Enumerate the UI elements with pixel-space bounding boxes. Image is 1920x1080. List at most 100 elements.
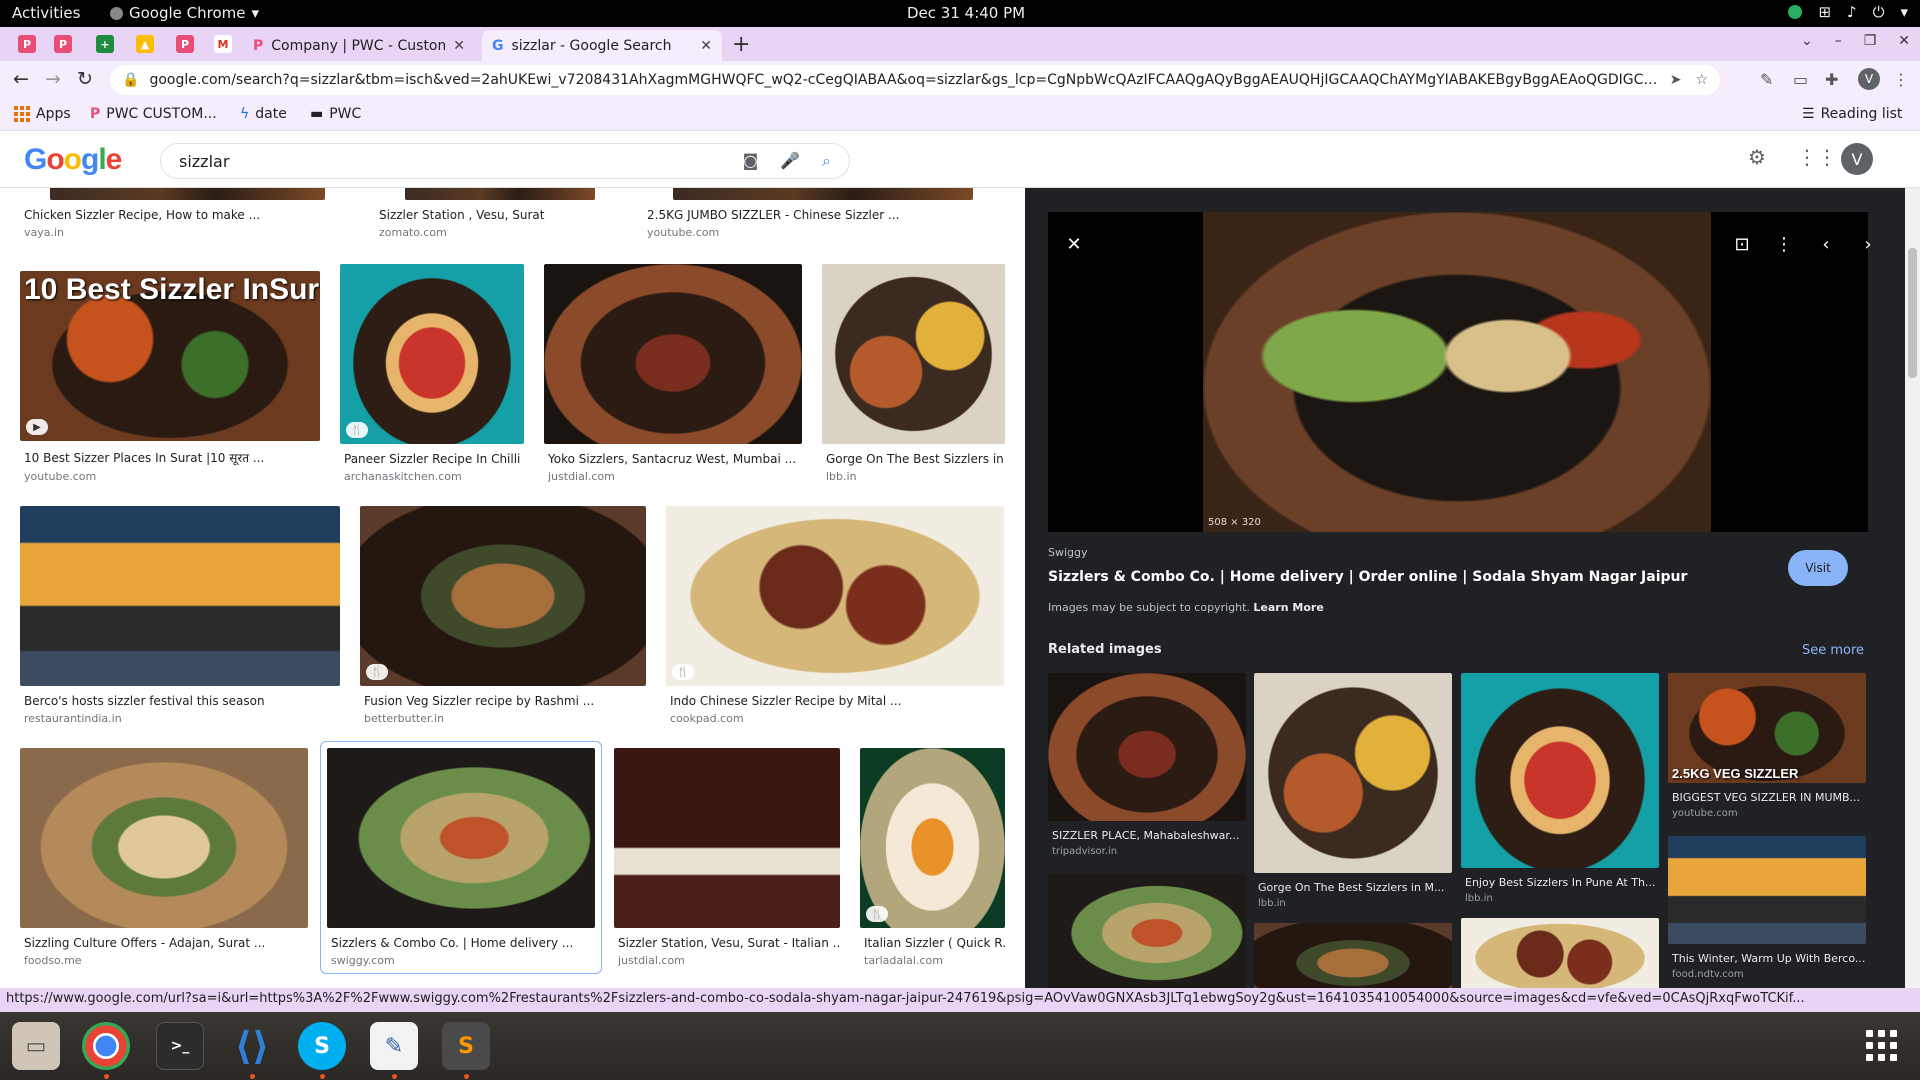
scrollbar-thumb[interactable] [1908, 248, 1917, 378]
result-image[interactable]: 🍴 [666, 506, 1004, 686]
extension-cast-icon[interactable]: ▭ [1793, 70, 1808, 89]
sublime-text-icon[interactable]: S [442, 1022, 490, 1070]
profile-avatar[interactable]: V [1858, 68, 1880, 90]
bookmark-folder-pwc[interactable]: ▬ PWC [310, 106, 361, 122]
result-title[interactable]: Indo Chinese Sizzler Recipe by Mital ... [666, 694, 1004, 708]
related-image[interactable]: 2.5KG VEG SIZZLER [1668, 673, 1866, 783]
account-avatar[interactable]: V [1841, 143, 1873, 175]
search-icon[interactable]: ⌕ [822, 151, 831, 171]
related-title[interactable]: BIGGEST VEG SIZZLER IN MUMB... [1668, 791, 1866, 804]
extensions-puzzle-icon[interactable]: ✚ [1825, 70, 1838, 89]
related-image-card[interactable] [1048, 873, 1246, 988]
app-menu[interactable]: Google Chrome ▾ [110, 4, 259, 22]
bookmark-star-icon[interactable]: ☆ [1695, 72, 1708, 88]
related-title[interactable]: Enjoy Best Sizzlers In Pune At Th... [1461, 876, 1659, 889]
related-image-card[interactable] [1461, 918, 1659, 988]
system-tray[interactable]: ⊞ ♪ ⏻ ▾ [1788, 3, 1908, 21]
result-title[interactable]: Berco's hosts sizzler festival this seas… [20, 694, 340, 708]
result-image[interactable] [50, 188, 325, 200]
see-more-link[interactable]: See more [1802, 643, 1864, 658]
clock[interactable]: Dec 31 4:40 PM [907, 4, 1025, 22]
pinned-tab-1[interactable]: P [18, 35, 36, 53]
address-bar[interactable]: 🔒 google.com/search?q=sizzlar&tbm=isch&v… [110, 65, 1720, 95]
result-image[interactable] [614, 748, 840, 928]
result-card[interactable]: 🍴 Fusion Veg Sizzler recipe by Rashmi ..… [360, 506, 646, 725]
vscode-icon[interactable]: ⟨⟩ [228, 1022, 276, 1070]
related-title[interactable]: Gorge On The Best Sizzlers in M... [1254, 881, 1452, 894]
result-title[interactable]: Italian Sizzler ( Quick R... [860, 936, 1005, 950]
preview-source[interactable]: Swiggy [1048, 546, 1088, 559]
result-title[interactable]: 2.5KG JUMBO SIZZLER - Chinese Sizzler ..… [643, 208, 1003, 222]
settings-gear-icon[interactable]: ⚙ [1748, 145, 1766, 169]
back-icon[interactable]: ← [13, 68, 29, 90]
related-image-card[interactable]: SIZZLER PLACE, Mahabaleshwar... tripadvi… [1048, 673, 1246, 857]
related-image[interactable] [1461, 673, 1659, 868]
lens-search-icon[interactable]: ⊡ [1728, 230, 1756, 258]
result-image[interactable]: 🍴 [340, 264, 524, 444]
related-image[interactable] [1254, 923, 1452, 988]
result-image[interactable]: 🍴 [860, 748, 1005, 928]
related-image[interactable] [1048, 673, 1246, 821]
result-card[interactable]: Sizzler Station, Vesu, Surat - Italian .… [614, 748, 840, 967]
result-title[interactable]: Gorge On The Best Sizzlers in ... [822, 452, 1005, 466]
reading-list-button[interactable]: ☰ Reading list [1802, 106, 1902, 122]
result-card[interactable]: 🍴 Italian Sizzler ( Quick R... tarladala… [860, 748, 1005, 967]
search-input[interactable]: sizzlar [179, 152, 743, 171]
result-image[interactable] [822, 264, 1005, 444]
result-image[interactable] [544, 264, 802, 444]
related-image[interactable] [1668, 836, 1866, 944]
google-apps-icon[interactable]: ⋮⋮ [1797, 145, 1837, 169]
result-card[interactable]: 🍴 Indo Chinese Sizzler Recipe by Mital .… [666, 506, 1004, 725]
more-options-icon[interactable]: ⋮ [1770, 230, 1798, 258]
skype-icon[interactable]: S [298, 1022, 346, 1070]
related-image-card[interactable]: This Winter, Warm Up With Berco... food.… [1668, 836, 1866, 980]
result-title[interactable]: 10 Best Sizzer Places In Surat |10 सूरत … [20, 449, 320, 466]
page-scrollbar[interactable] [1905, 188, 1920, 988]
related-image-card[interactable]: Enjoy Best Sizzlers In Pune At Th... lbb… [1461, 673, 1659, 904]
tab-company-pwc[interactable]: P Company | PWC - Custome ✕ [243, 30, 475, 61]
result-card[interactable]: Chicken Sizzler Recipe, How to make ... … [20, 188, 354, 239]
result-title[interactable]: Chicken Sizzler Recipe, How to make ... [20, 208, 354, 222]
result-card[interactable]: Gorge On The Best Sizzlers in ... lbb.in [822, 264, 1005, 483]
activities-button[interactable]: Activities [12, 4, 80, 22]
result-title[interactable]: Yoko Sizzlers, Santacruz West, Mumbai ..… [544, 452, 802, 466]
result-title[interactable]: Paneer Sizzler Recipe In Chilli ... [340, 452, 524, 466]
result-image[interactable] [327, 748, 595, 928]
files-icon[interactable]: ▭ [12, 1022, 60, 1070]
close-tab-icon[interactable]: ✕ [700, 38, 712, 54]
related-title[interactable]: This Winter, Warm Up With Berco... [1668, 952, 1866, 965]
close-preview-icon[interactable]: ✕ [1060, 230, 1088, 258]
result-image[interactable] [20, 748, 308, 928]
related-image-card[interactable]: Gorge On The Best Sizzlers in M... lbb.i… [1254, 673, 1452, 909]
related-image[interactable] [1254, 673, 1452, 873]
result-image[interactable] [20, 506, 340, 686]
close-tab-icon[interactable]: ✕ [453, 38, 465, 54]
result-title[interactable]: Sizzler Station , Vesu, Surat [375, 208, 625, 222]
bookmark-pwc-custom[interactable]: P PWC CUSTOM... [90, 106, 217, 122]
text-editor-icon[interactable]: ✎ [370, 1022, 418, 1070]
preview-title[interactable]: Sizzlers & Combo Co. | Home delivery | O… [1048, 569, 1687, 585]
pinned-tab-2[interactable]: P [54, 35, 72, 53]
tab-google-search[interactable]: G sizzlar - Google Search ✕ [482, 30, 722, 61]
result-image[interactable] [405, 188, 595, 200]
chrome-icon[interactable] [82, 1022, 130, 1070]
new-tab-button[interactable]: + [732, 32, 750, 57]
result-card[interactable]: Yoko Sizzlers, Santacruz West, Mumbai ..… [544, 264, 802, 483]
learn-more-link[interactable]: Learn More [1253, 601, 1323, 614]
google-logo[interactable]: Google [24, 143, 122, 177]
show-applications-icon[interactable] [1866, 1030, 1897, 1061]
search-box[interactable]: sizzlar ◙ 🎤 ⌕ [160, 143, 850, 179]
result-card-selected[interactable]: Sizzlers & Combo Co. | Home delivery ...… [320, 741, 602, 974]
extension-pen-icon[interactable]: ✎ [1760, 70, 1773, 89]
close-window-icon[interactable]: ✕ [1898, 33, 1910, 49]
result-title[interactable]: Sizzler Station, Vesu, Surat - Italian .… [614, 936, 840, 950]
result-card[interactable]: Sizzling Culture Offers - Adajan, Surat … [20, 748, 308, 967]
result-card[interactable]: Sizzler Station , Vesu, Surat zomato.com [375, 188, 625, 239]
result-image[interactable] [673, 188, 973, 200]
result-image[interactable]: 10 Best Sizzler InSurat ▶ [20, 271, 320, 441]
chrome-menu-icon[interactable]: ⋮ [1893, 70, 1909, 89]
next-image-icon[interactable]: › [1854, 230, 1882, 258]
related-image[interactable] [1048, 873, 1246, 988]
related-image[interactable] [1461, 918, 1659, 988]
tab-search-icon[interactable]: ⌄ [1801, 33, 1813, 49]
